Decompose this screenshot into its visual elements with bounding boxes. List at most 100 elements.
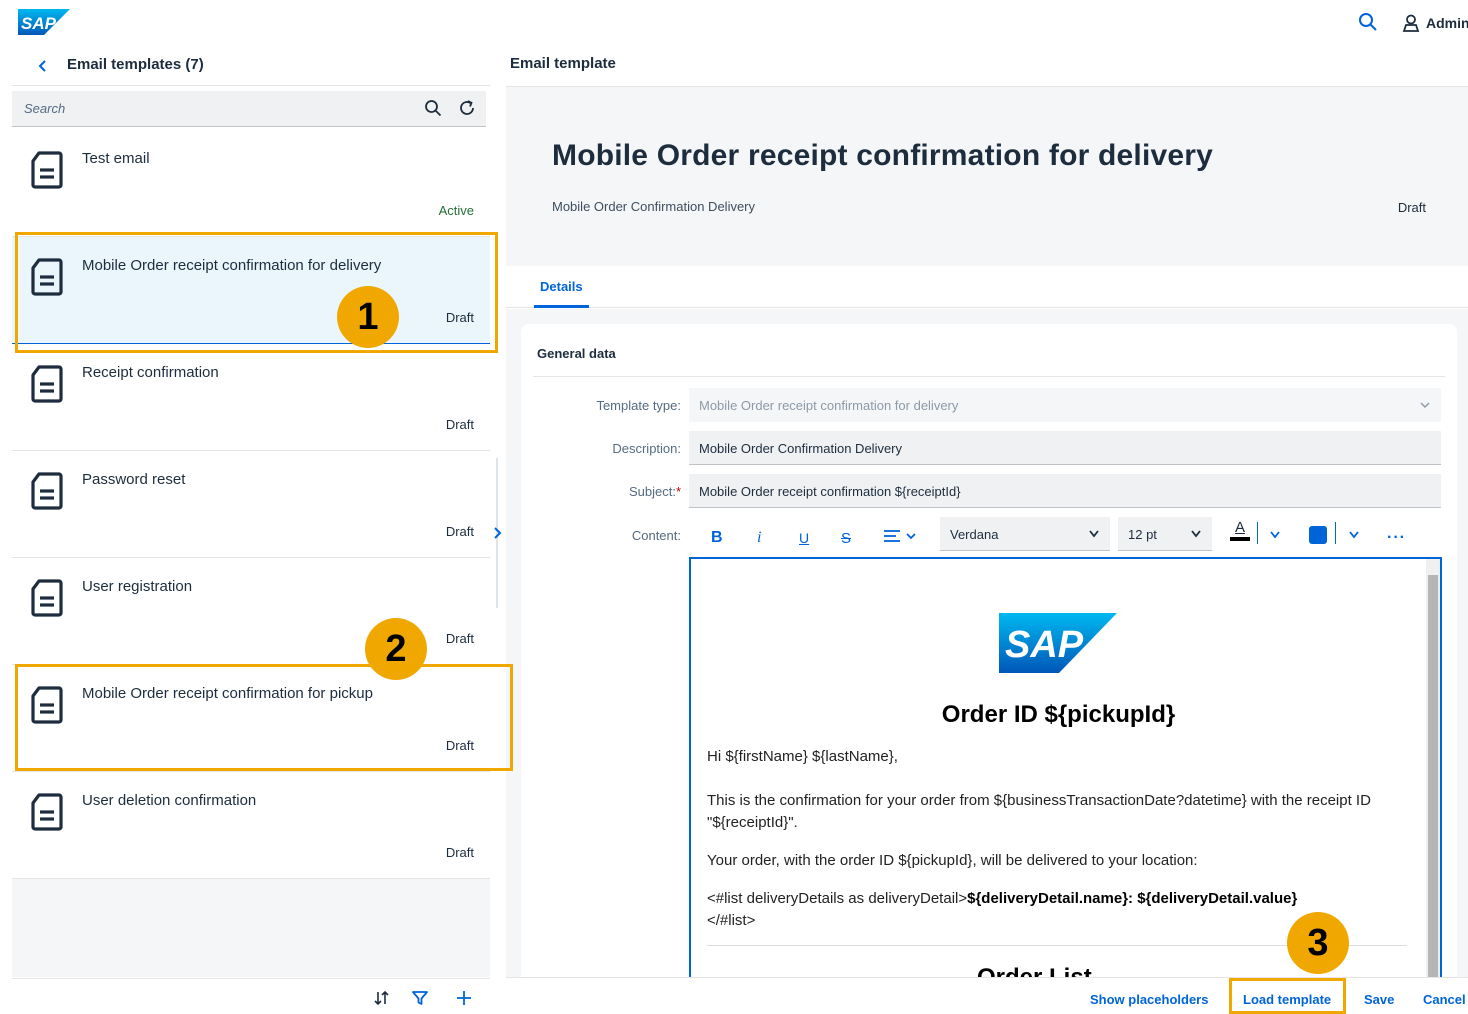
scrollbar-thumb[interactable]: [1428, 575, 1438, 977]
list-close-tag: </#list>: [707, 912, 756, 929]
status-badge: Active: [438, 203, 474, 218]
list-item[interactable]: Mobile Order receipt confirmation for pi…: [12, 665, 490, 772]
font-color-swatch: [1230, 537, 1250, 541]
user-name: Admin: [1426, 15, 1468, 31]
chevron-down-icon: [1420, 402, 1430, 409]
subject-value: Mobile Order receipt confirmation ${rece…: [699, 484, 961, 499]
subject-label: Subject:*: [628, 484, 681, 499]
status-badge: Draft: [445, 738, 474, 753]
list-item-title: Password reset: [82, 471, 186, 488]
font-family-value: Verdana: [950, 527, 999, 542]
highlight-color-button[interactable]: [1309, 526, 1327, 544]
document-icon: [31, 365, 63, 403]
user-menu[interactable]: Admin: [1402, 12, 1468, 34]
list-open-tag: <#list deliveryDetails as deliveryDetail…: [707, 890, 968, 907]
status-badge: Draft: [1397, 200, 1426, 215]
align-dropdown[interactable]: [883, 528, 921, 546]
template-list: Test email Active Mobile Order receipt c…: [12, 130, 490, 879]
svg-text:SAP: SAP: [1005, 624, 1084, 666]
step-badge: 1: [337, 286, 399, 348]
search-icon[interactable]: [424, 99, 442, 117]
status-badge: Draft: [445, 524, 474, 539]
template-type-select: Mobile Order receipt confirmation for de…: [689, 388, 1441, 422]
refresh-icon[interactable]: [458, 99, 476, 117]
cancel-button[interactable]: Cancel: [1423, 992, 1466, 1007]
save-button[interactable]: Save: [1364, 992, 1394, 1007]
user-icon: [1402, 14, 1420, 32]
chevron-down-icon[interactable]: [1269, 530, 1281, 540]
show-placeholders-button[interactable]: Show placeholders: [1090, 992, 1208, 1007]
content-label: Content:: [631, 528, 681, 543]
list-item-title: Mobile Order receipt confirmation for de…: [82, 257, 382, 274]
italic-button[interactable]: i: [757, 524, 761, 552]
search-input[interactable]: [12, 91, 412, 125]
filter-icon[interactable]: [410, 988, 430, 1008]
list-item-title: User deletion confirmation: [82, 792, 257, 809]
scrollbar[interactable]: [1426, 559, 1440, 977]
divider: [1335, 522, 1336, 544]
document-icon: [31, 151, 63, 189]
page-title: Mobile Order receipt confirmation for de…: [552, 139, 1214, 172]
email-greeting: Hi ${firstName} ${lastName},: [707, 748, 898, 765]
document-icon: [31, 793, 63, 831]
list-bold-placeholder: ${deliveryDetail.name}: ${deliveryDetail…: [967, 890, 1298, 907]
font-color-glyph: A: [1234, 519, 1245, 536]
search-icon[interactable]: [1358, 12, 1378, 32]
list-item-title: Mobile Order receipt confirmation for pi…: [82, 685, 373, 702]
font-size-value: 12 pt: [1128, 527, 1157, 542]
search-field[interactable]: [12, 91, 486, 127]
divider: [533, 376, 1445, 377]
email-paragraph: Your order, with the order ID ${pickupId…: [707, 852, 1198, 869]
description-label: Description:: [612, 441, 681, 456]
add-icon[interactable]: [454, 988, 474, 1008]
document-icon: [31, 579, 63, 617]
list-footer: [12, 978, 490, 1014]
email-paragraph: This is the confirmation for your order …: [707, 792, 1371, 831]
status-badge: Draft: [445, 310, 474, 325]
list-item[interactable]: Password reset Draft: [12, 451, 490, 558]
required-marker: *: [675, 484, 681, 499]
sort-icon[interactable]: [372, 988, 392, 1008]
chevron-left-icon[interactable]: [34, 56, 50, 76]
chevron-right-icon[interactable]: [490, 524, 504, 542]
list-item-title: Test email: [82, 150, 150, 167]
step-badge: 2: [365, 618, 427, 680]
footer-toolbar: Show placeholders Load template Save Can…: [506, 977, 1468, 1014]
tab-bar: Details: [506, 266, 1468, 308]
sap-logo: SAP: [999, 613, 1117, 673]
email-subheading: Order List: [977, 964, 1092, 977]
list-empty-area: [12, 879, 490, 977]
tab-details[interactable]: Details: [534, 266, 589, 308]
description-field[interactable]: Mobile Order Confirmation Delivery: [689, 431, 1441, 465]
underline-button[interactable]: U: [799, 524, 809, 552]
section-title: General data: [537, 346, 616, 361]
more-options-button[interactable]: ···: [1387, 524, 1406, 552]
list-item[interactable]: Test email Active: [12, 130, 490, 237]
email-heading: Order ID ${pickupId}: [941, 701, 1176, 728]
document-icon: [31, 258, 63, 296]
font-family-select[interactable]: Verdana: [940, 517, 1110, 551]
template-type-label: Template type:: [596, 398, 681, 413]
general-data-card: General data Template type: Mobile Order…: [521, 324, 1457, 977]
list-item[interactable]: Mobile Order receipt confirmation for de…: [12, 237, 490, 344]
font-size-select[interactable]: 12 pt: [1118, 517, 1212, 551]
bold-button[interactable]: B: [711, 524, 723, 552]
status-badge: Draft: [445, 845, 474, 860]
description-value: Mobile Order Confirmation Delivery: [699, 441, 903, 456]
status-badge: Draft: [445, 417, 474, 432]
chevron-down-icon[interactable]: [1348, 530, 1360, 540]
document-icon: [31, 686, 63, 724]
divider: [1257, 522, 1258, 544]
strikethrough-button[interactable]: S: [841, 524, 851, 552]
subject-field[interactable]: Mobile Order receipt confirmation ${rece…: [689, 474, 1441, 508]
font-color-button[interactable]: A: [1229, 520, 1251, 548]
list-item[interactable]: Receipt confirmation Draft: [12, 344, 490, 451]
list-item[interactable]: User deletion confirmation Draft: [12, 772, 490, 879]
load-template-button[interactable]: Load template: [1243, 992, 1331, 1007]
chevron-down-icon: [1191, 530, 1201, 538]
list-header: Email templates (7): [12, 50, 490, 86]
panel-title: Email template: [510, 55, 616, 72]
step-badge: 3: [1287, 912, 1349, 974]
page-subtitle: Mobile Order Confirmation Delivery: [552, 199, 756, 214]
sap-logo: SAP: [18, 9, 70, 35]
